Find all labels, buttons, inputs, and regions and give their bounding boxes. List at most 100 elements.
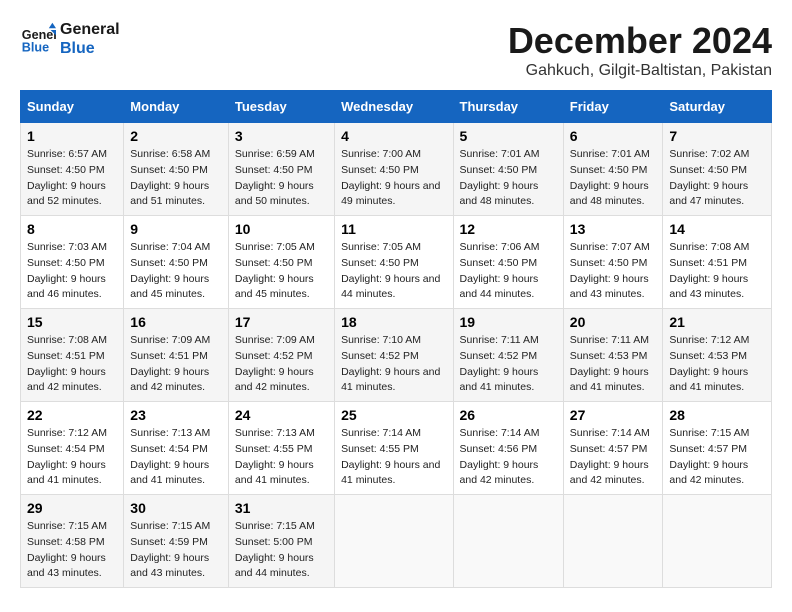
day-number: 22 — [27, 407, 117, 423]
weekday-header-sunday: Sunday — [21, 91, 124, 123]
weekday-header-wednesday: Wednesday — [335, 91, 453, 123]
day-number: 24 — [235, 407, 328, 423]
calendar-cell: 9Sunrise: 7:04 AMSunset: 4:50 PMDaylight… — [124, 216, 229, 309]
logo-line1: General — [60, 20, 120, 39]
day-info: Sunrise: 7:13 AMSunset: 4:54 PMDaylight:… — [130, 426, 222, 489]
calendar-cell: 28 Sunrise: 7:15 AMSunset: 4:57 PMDayligh… — [663, 402, 772, 495]
day-number: 27 — [570, 407, 657, 423]
calendar-cell: 17 Sunrise: 7:09 AMSunset: 4:52 PMDayligh… — [228, 309, 334, 402]
calendar-cell: 15Sunrise: 7:08 AMSunset: 4:51 PMDayligh… — [21, 309, 124, 402]
calendar-cell: 31 Sunrise: 7:15 AMSunset: 5:00 PMDayligh… — [228, 495, 334, 588]
calendar-cell: 24 Sunrise: 7:13 AMSunset: 4:55 PMDayligh… — [228, 402, 334, 495]
weekday-header-thursday: Thursday — [453, 91, 563, 123]
calendar-cell: 14 Sunrise: 7:08 AMSunset: 4:51 PMDayligh… — [663, 216, 772, 309]
svg-text:Blue: Blue — [22, 41, 49, 55]
title-block: December 2024 Gahkuch, Gilgit-Baltistan,… — [508, 20, 772, 80]
calendar-cell: 12 Sunrise: 7:06 AMSunset: 4:50 PMDayligh… — [453, 216, 563, 309]
calendar-cell — [453, 495, 563, 588]
day-number: 3 — [235, 128, 328, 144]
day-number: 19 — [460, 314, 557, 330]
day-info: Sunrise: 7:09 AMSunset: 4:52 PMDaylight:… — [235, 333, 328, 396]
day-number: 21 — [669, 314, 765, 330]
day-info: Sunrise: 7:12 AMSunset: 4:53 PMDaylight:… — [669, 333, 765, 396]
calendar-cell: 3Sunrise: 6:59 AMSunset: 4:50 PMDaylight… — [228, 123, 334, 216]
calendar-cell — [563, 495, 663, 588]
day-info: Sunrise: 7:13 AMSunset: 4:55 PMDaylight:… — [235, 426, 328, 489]
weekday-header-tuesday: Tuesday — [228, 91, 334, 123]
day-info: Sunrise: 7:15 AMSunset: 5:00 PMDaylight:… — [235, 519, 328, 582]
calendar-cell: 19 Sunrise: 7:11 AMSunset: 4:52 PMDayligh… — [453, 309, 563, 402]
week-row-1: 1Sunrise: 6:57 AMSunset: 4:50 PMDaylight… — [21, 123, 772, 216]
calendar-cell: 18 Sunrise: 7:10 AMSunset: 4:52 PMDayligh… — [335, 309, 453, 402]
calendar-cell: 29 Sunrise: 7:15 AMSunset: 4:58 PMDayligh… — [21, 495, 124, 588]
day-number: 12 — [460, 221, 557, 237]
day-number: 8 — [27, 221, 117, 237]
weekday-header-monday: Monday — [124, 91, 229, 123]
day-number: 28 — [669, 407, 765, 423]
logo-icon: General Blue — [20, 21, 56, 57]
calendar-cell: 7Sunrise: 7:02 AMSunset: 4:50 PMDaylight… — [663, 123, 772, 216]
calendar-cell: 1Sunrise: 6:57 AMSunset: 4:50 PMDaylight… — [21, 123, 124, 216]
day-info: Sunrise: 7:01 AMSunset: 4:50 PMDaylight:… — [460, 147, 557, 210]
day-number: 6 — [570, 128, 657, 144]
day-info: Sunrise: 7:03 AMSunset: 4:50 PMDaylight:… — [27, 240, 117, 303]
day-number: 25 — [341, 407, 446, 423]
weekday-header-friday: Friday — [563, 91, 663, 123]
calendar-table: SundayMondayTuesdayWednesdayThursdayFrid… — [20, 90, 772, 588]
day-info: Sunrise: 7:05 AMSunset: 4:50 PMDaylight:… — [235, 240, 328, 303]
day-number: 2 — [130, 128, 222, 144]
location-title: Gahkuch, Gilgit-Baltistan, Pakistan — [508, 62, 772, 80]
calendar-cell: 13Sunrise: 7:07 AMSunset: 4:50 PMDayligh… — [563, 216, 663, 309]
weekday-header-saturday: Saturday — [663, 91, 772, 123]
day-number: 11 — [341, 221, 446, 237]
day-number: 29 — [27, 500, 117, 516]
day-info: Sunrise: 6:58 AMSunset: 4:50 PMDaylight:… — [130, 147, 222, 210]
calendar-cell: 6Sunrise: 7:01 AMSunset: 4:50 PMDaylight… — [563, 123, 663, 216]
day-number: 13 — [570, 221, 657, 237]
calendar-cell: 30Sunrise: 7:15 AMSunset: 4:59 PMDayligh… — [124, 495, 229, 588]
day-number: 9 — [130, 221, 222, 237]
calendar-cell: 4 Sunrise: 7:00 AMSunset: 4:50 PMDaylight… — [335, 123, 453, 216]
calendar-cell: 11 Sunrise: 7:05 AMSunset: 4:50 PMDayligh… — [335, 216, 453, 309]
day-info: Sunrise: 7:14 AMSunset: 4:56 PMDaylight:… — [460, 426, 557, 489]
calendar-cell: 21 Sunrise: 7:12 AMSunset: 4:53 PMDayligh… — [663, 309, 772, 402]
day-info: Sunrise: 7:08 AMSunset: 4:51 PMDaylight:… — [27, 333, 117, 396]
day-info: Sunrise: 7:05 AMSunset: 4:50 PMDaylight:… — [341, 240, 446, 303]
day-info: Sunrise: 7:10 AMSunset: 4:52 PMDaylight:… — [341, 333, 446, 396]
day-info: Sunrise: 7:12 AMSunset: 4:54 PMDaylight:… — [27, 426, 117, 489]
calendar-cell: 20Sunrise: 7:11 AMSunset: 4:53 PMDayligh… — [563, 309, 663, 402]
day-info: Sunrise: 7:14 AMSunset: 4:57 PMDaylight:… — [570, 426, 657, 489]
calendar-cell: 23Sunrise: 7:13 AMSunset: 4:54 PMDayligh… — [124, 402, 229, 495]
day-number: 10 — [235, 221, 328, 237]
day-number: 16 — [130, 314, 222, 330]
header-row: SundayMondayTuesdayWednesdayThursdayFrid… — [21, 91, 772, 123]
day-number: 5 — [460, 128, 557, 144]
day-info: Sunrise: 7:11 AMSunset: 4:52 PMDaylight:… — [460, 333, 557, 396]
logo-line2: Blue — [60, 39, 120, 58]
day-info: Sunrise: 7:15 AMSunset: 4:58 PMDaylight:… — [27, 519, 117, 582]
day-number: 31 — [235, 500, 328, 516]
day-info: Sunrise: 7:02 AMSunset: 4:50 PMDaylight:… — [669, 147, 765, 210]
day-number: 1 — [27, 128, 117, 144]
day-number: 17 — [235, 314, 328, 330]
header: General Blue General Blue December 2024 … — [20, 20, 772, 80]
day-info: Sunrise: 7:14 AMSunset: 4:55 PMDaylight:… — [341, 426, 446, 489]
day-number: 14 — [669, 221, 765, 237]
calendar-cell: 16Sunrise: 7:09 AMSunset: 4:51 PMDayligh… — [124, 309, 229, 402]
day-info: Sunrise: 7:06 AMSunset: 4:50 PMDaylight:… — [460, 240, 557, 303]
logo: General Blue General Blue — [20, 20, 120, 58]
calendar-cell: 8 Sunrise: 7:03 AMSunset: 4:50 PMDaylight… — [21, 216, 124, 309]
month-title: December 2024 — [508, 20, 772, 62]
day-number: 30 — [130, 500, 222, 516]
day-info: Sunrise: 7:00 AMSunset: 4:50 PMDaylight:… — [341, 147, 446, 210]
day-number: 20 — [570, 314, 657, 330]
day-number: 18 — [341, 314, 446, 330]
day-info: Sunrise: 7:15 AMSunset: 4:57 PMDaylight:… — [669, 426, 765, 489]
day-number: 26 — [460, 407, 557, 423]
calendar-cell — [663, 495, 772, 588]
week-row-3: 15Sunrise: 7:08 AMSunset: 4:51 PMDayligh… — [21, 309, 772, 402]
calendar-cell: 5 Sunrise: 7:01 AMSunset: 4:50 PMDaylight… — [453, 123, 563, 216]
day-info: Sunrise: 7:08 AMSunset: 4:51 PMDaylight:… — [669, 240, 765, 303]
day-number: 4 — [341, 128, 446, 144]
week-row-4: 22 Sunrise: 7:12 AMSunset: 4:54 PMDayligh… — [21, 402, 772, 495]
